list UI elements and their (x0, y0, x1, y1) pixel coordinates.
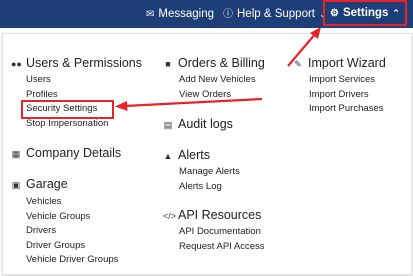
alerts-title: Alerts (178, 148, 210, 162)
car-icon: ▣ (11, 180, 21, 190)
users-permissions-section: ●● Users & Permissions Users Profiles Sec… (11, 55, 142, 131)
security-settings-link[interactable]: Security Settings (21, 100, 114, 119)
envelope-icon: ✉ (146, 9, 155, 20)
warning-icon: ▲ (163, 151, 173, 161)
import-drivers-link[interactable]: Import Drivers (308, 88, 386, 103)
messaging-label: Messaging (158, 8, 215, 20)
orders-billing-title: Orders & Billing (178, 56, 265, 70)
garage-heading: ▣ Garage (11, 176, 118, 192)
audit-logs-section[interactable]: ▤ Audit logs (163, 116, 233, 132)
help-support-nav-item[interactable]: ⓘ Help & Support ⌄ (223, 0, 327, 28)
api-resources-heading: </> API Resources (163, 207, 265, 223)
messaging-nav-item[interactable]: ✉ Messaging (146, 0, 214, 28)
gear-icon: ⚙ (330, 8, 339, 19)
users-icon: ●● (11, 59, 22, 69)
lock-icon: ■ (165, 59, 171, 69)
orders-billing-section: ■ Orders & Billing Add New Vehicles View … (163, 55, 265, 102)
import-wizard-heading: ✎ Import Wizard (293, 55, 386, 71)
edit-icon: ✎ (294, 59, 302, 69)
company-details-section[interactable]: ▦ Company Details (11, 145, 121, 161)
driver-groups-link[interactable]: Driver Groups (25, 239, 118, 254)
chevron-up-icon: ⌃ (392, 8, 400, 18)
profiles-link[interactable]: Profiles (25, 88, 142, 103)
alerts-section: ▲ Alerts Manage Alerts Alerts Log (163, 147, 240, 194)
orders-billing-heading: ■ Orders & Billing (163, 55, 265, 71)
settings-dropdown-menu: ●● Users & Permissions Users Profiles Sec… (2, 33, 412, 275)
alerts-heading: ▲ Alerts (163, 147, 240, 163)
vehicle-groups-link[interactable]: Vehicle Groups (25, 210, 118, 225)
help-support-label: Help & Support (237, 8, 315, 20)
import-wizard-section: ✎ Import Wizard Import Services Import Dr… (293, 55, 386, 117)
api-resources-title: API Resources (178, 208, 262, 222)
users-permissions-heading: ●● Users & Permissions (11, 55, 142, 71)
vehicle-driver-groups-link[interactable]: Vehicle Driver Groups (25, 253, 118, 268)
alerts-log-link[interactable]: Alerts Log (178, 180, 240, 195)
garage-title: Garage (26, 177, 68, 191)
add-new-vehicles-link[interactable]: Add New Vehicles (178, 73, 265, 88)
drivers-link[interactable]: Drivers (25, 224, 118, 239)
import-wizard-title: Import Wizard (308, 56, 386, 70)
company-details-heading[interactable]: ▦ Company Details (11, 145, 121, 161)
api-resources-section: </> API Resources API Documentation Reque… (163, 207, 265, 254)
view-orders-link[interactable]: View Orders (178, 88, 265, 103)
company-details-title: Company Details (26, 146, 122, 160)
stop-impersonation-link[interactable]: Stop Impersonation (25, 117, 142, 132)
audit-logs-title: Audit logs (178, 117, 233, 131)
request-api-access-link[interactable]: Request API Access (178, 240, 265, 255)
question-circle-icon: ⓘ (223, 9, 233, 20)
settings-label: Settings (342, 7, 389, 19)
settings-nav-item[interactable]: ⚙ Settings ⌃ (323, 0, 407, 26)
import-services-link[interactable]: Import Services (308, 73, 386, 88)
import-purchases-link[interactable]: Import Purchases (308, 102, 386, 117)
building-icon: ▦ (11, 149, 21, 159)
garage-section: ▣ Garage Vehicles Vehicle Groups Drivers … (11, 176, 119, 268)
users-permissions-title: Users & Permissions (26, 56, 142, 70)
users-link[interactable]: Users (25, 73, 142, 88)
vehicles-link[interactable]: Vehicles (25, 195, 118, 210)
audit-logs-heading[interactable]: ▤ Audit logs (163, 116, 233, 132)
document-icon: ▤ (163, 120, 173, 130)
top-nav-bar: ✉ Messaging ⓘ Help & Support ⌄ ⚙ Settings ⌃ (0, 0, 413, 28)
code-icon: </> (163, 211, 177, 221)
manage-alerts-link[interactable]: Manage Alerts (178, 165, 240, 180)
api-documentation-link[interactable]: API Documentation (178, 225, 265, 240)
